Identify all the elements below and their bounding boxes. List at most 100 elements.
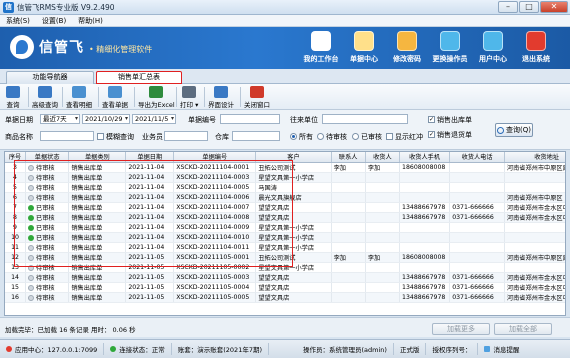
cell-date: 2021-11-04 [125,232,175,243]
column-header[interactable]: 序号 [5,152,27,163]
query-button[interactable]: 查询 [6,86,20,109]
date-from-input[interactable]: 2021/10/29 [82,114,130,124]
table-row[interactable]: 5 待审核 销售出库单 2021-11-04 XSCKD-20211104-0005 马国… [5,182,565,193]
column-header[interactable]: 单据日期 [125,152,175,163]
doc-no-input[interactable] [220,114,280,124]
excel-button[interactable]: 导出为Excel [138,86,175,109]
menu-help[interactable]: 帮助(H) [78,16,103,26]
nav-key-button[interactable]: 修改密码 [386,31,428,64]
column-header[interactable]: 单据编号 [173,152,257,163]
cell-customer: 望望文具店 [255,202,332,213]
menu-system[interactable]: 系统(S) [6,16,30,26]
cell-code: XSCKD-20211104-0009 [173,222,257,233]
nav-desk-button[interactable]: 我的工作台 [300,31,342,64]
cell-type: 销售出库单 [68,192,127,203]
print-button[interactable]: 打印 ▾ [180,86,198,109]
sales-grid: 序号 单据状态 单据类别 单据日期 单据编号 客户 联系人 收货人 收货人手机 收货人电话 收货地址… [4,151,566,316]
table-row[interactable]: 16 待审核 销售出库单 2021-11-05 XSCKD-20211105-0005 望… [5,292,565,303]
menu-settings[interactable]: 设置(B) [42,16,66,26]
minimize-icon[interactable]: – [498,1,518,13]
table-row[interactable]: 3 待审核 销售出库单 2021-11-04 XSCKD-20211104-0001 丑拓… [5,162,565,173]
approved-icon [28,234,35,241]
tab-nav[interactable]: 功能导航器 [6,71,94,84]
column-header[interactable]: 单据状态 [25,152,70,163]
table-row[interactable]: 9 已审核 销售出库单 2021-11-04 XSCKD-20211104-0009 星望… [5,222,565,233]
status-text: 待审核 [36,164,55,172]
date-to-input[interactable]: 2021/11/5 [132,114,176,124]
load-more-button[interactable]: 加载更多 [432,323,490,335]
advanced-query-icon [38,86,52,98]
staff-input[interactable] [164,131,208,141]
excel-icon [149,86,164,98]
column-header[interactable]: 收货人 [365,152,401,163]
table-row[interactable]: 7 已审核 销售出库单 2021-11-04 XSCKD-20211104-0007 望望… [5,202,565,213]
cell-date: 2021-11-05 [125,252,175,263]
cell-no: 4 [5,172,27,183]
version-text: 正式版 [399,346,420,354]
cell-phone [449,252,505,263]
table-row[interactable]: 15 待审核 销售出库单 2021-11-05 XSCKD-20211105-0004 望… [5,282,565,293]
load-all-button[interactable]: 加载全部 [494,323,552,335]
desk-icon [311,31,331,51]
fuzzy-checkbox[interactable] [97,133,104,140]
status-cell: 待审核 [25,172,70,183]
product-input[interactable] [40,131,94,141]
nav-label: 更换操作员 [432,55,468,63]
sales-out-checkbox[interactable]: ✓ [428,116,435,123]
news-button[interactable]: 消息提醒 [478,343,525,355]
advanced-query-button[interactable]: 高级查询 [32,86,58,109]
maximize-icon[interactable]: □ [519,1,539,13]
toolbar-label: 导出为Excel [138,101,175,109]
cell-mobile [399,222,451,233]
table-row[interactable]: 14 待审核 销售出库单 2021-11-05 XSCKD-20211105-0003 望… [5,272,565,283]
sales-return-checkbox[interactable]: ✓ [428,131,435,138]
detail-button[interactable]: 查看明细 [66,86,92,109]
table-header: 序号 单据状态 单据类别 单据日期 单据编号 客户 联系人 收货人 收货人手机 收货人电话 收货地址… [5,152,565,163]
table-row[interactable]: 6 待审核 销售出库单 2021-11-04 XSCKD-20211104-0006 晨光… [5,192,565,203]
app-center-icon [6,346,12,352]
nav-power-button[interactable]: 退出系统 [515,31,557,64]
toolbar-separator [204,87,205,107]
cell-mobile: 13488667978 [399,292,451,303]
nav-documents-button[interactable]: 单据中心 [343,31,385,64]
nav-users-button[interactable]: 更换操作员 [429,31,471,64]
tab-bar: 功能导航器 销售单汇总表 [0,69,570,84]
table-row[interactable]: 11 待审核 销售出库单 2021-11-04 XSCKD-20211104-0011 星… [5,242,565,253]
nav-user-center-button[interactable]: 用户中心 [472,31,514,64]
tab-sales-summary[interactable]: 销售单汇总表 [96,71,182,84]
table-row[interactable]: 12 待审核 销售出库单 2021-11-05 XSCKD-20211105-0001 丑… [5,252,565,263]
show-red-checkbox[interactable] [386,133,393,140]
load-status-row: 加载完毕：已加载 16 条记录 用时： 0.06 秒 加载更多 加载全部 [0,317,570,337]
nav-label: 退出系统 [522,55,550,63]
approved-icon [28,204,35,211]
layout-button[interactable]: 界面设计 [208,86,234,109]
app-center-text: 应用中心：127.0.0.1:7099 [15,346,98,354]
range-select[interactable]: 最近7天 [40,114,80,124]
status-all-radio[interactable] [290,133,297,140]
table-row[interactable]: 4 待审核 销售出库单 2021-11-04 XSCKD-20211104-0003 星望… [5,172,565,183]
column-header[interactable]: 收货人手机 [399,152,451,163]
users-icon [440,31,460,51]
partner-input[interactable] [322,114,408,124]
query-button[interactable]: 查询(Q) [495,123,533,137]
column-header[interactable]: 联系人 [331,152,366,163]
close-icon[interactable]: ✕ [540,1,568,13]
cell-contact [331,212,366,223]
table-row[interactable]: 10 已审核 销售出库单 2021-11-04 XSCKD-20211104-0010 星… [5,232,565,243]
table-row[interactable]: 13 待审核 销售出库单 2021-11-05 XSCKD-20211105-0002 星… [5,262,565,273]
message-icon [484,346,491,352]
column-header[interactable]: 收货人电话 [449,152,505,163]
column-header[interactable]: 收货地址 [504,152,565,163]
warehouse-input[interactable] [232,131,280,141]
column-header[interactable]: 客户 [255,152,332,163]
column-header[interactable]: 单据类别 [68,152,127,163]
status-approved-radio[interactable] [352,133,359,140]
close-window-button[interactable]: 关闭窗口 [244,86,270,109]
table-row[interactable]: 8 已审核 销售出库单 2021-11-04 XSCKD-20211104-0008 望望… [5,212,565,223]
cell-phone [449,192,505,203]
status-pending-radio[interactable] [317,133,324,140]
app-banner: 信管飞 • 精细化管理软件 我的工作台 单据中心 修改密码 更换操作员 用户中心 退出系统 [0,27,570,69]
status-cell: 待审核 [25,162,70,173]
view-document-button[interactable]: 查看单据 [102,86,128,109]
cell-customer: 星望文具第一小学店 [255,262,332,273]
